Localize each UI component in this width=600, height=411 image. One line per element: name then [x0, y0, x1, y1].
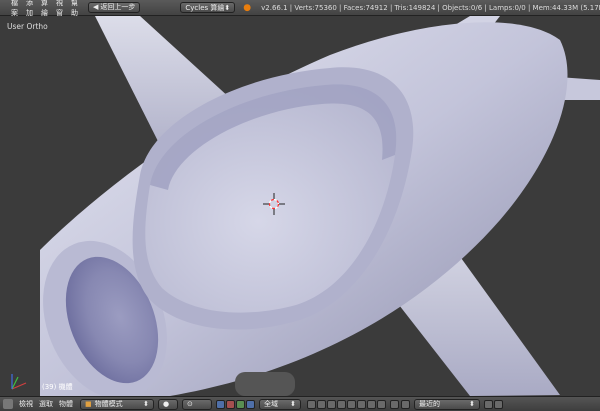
render-engine-label: Cycles 算繪: [185, 4, 225, 12]
airplane-model: [40, 16, 600, 396]
layer-button[interactable]: [327, 399, 336, 409]
menu-object[interactable]: 物體: [56, 399, 76, 409]
undo-arrow-icon: ◀: [93, 3, 99, 11]
object-mode-icon: ■: [85, 399, 92, 408]
landing-gear-shape: [235, 372, 295, 396]
active-object-label: (39) 機體: [42, 383, 73, 391]
layer-button[interactable]: [357, 399, 366, 409]
menu-select[interactable]: 選取: [36, 399, 56, 409]
3d-viewport[interactable]: User Ortho (39) 機體: [0, 16, 600, 396]
menu-view[interactable]: 檢視: [16, 399, 36, 409]
orientation-select[interactable]: 全域 ⬍: [259, 398, 301, 410]
shading-select[interactable]: ●: [158, 398, 178, 410]
layer-button[interactable]: [347, 399, 356, 409]
scale-manipulator[interactable]: [246, 399, 255, 409]
render-buttons: [484, 399, 503, 409]
layers-group: [307, 399, 386, 409]
rotate-manipulator[interactable]: [236, 399, 245, 409]
magnet-icon[interactable]: [401, 399, 410, 409]
chevron-updown-icon: ⬍: [224, 4, 231, 12]
3d-view-header: 檢視 選取 物體 ■ 物體模式 ⬍ ● ⊙ 全域 ⬍ 最近的 ⬍: [0, 396, 600, 411]
editor-type-icon[interactable]: [3, 399, 13, 409]
opengl-render-icon[interactable]: [484, 399, 493, 409]
menu-render[interactable]: 算繪: [37, 0, 52, 18]
axis-gizmo-icon: [11, 374, 27, 390]
layer-button[interactable]: [377, 399, 386, 409]
view-label: User Ortho: [7, 22, 48, 31]
layer-button[interactable]: [337, 399, 346, 409]
manipulator-group: [216, 399, 255, 409]
translate-manipulator[interactable]: [226, 399, 235, 409]
scene-stats: v2.66.1 | Verts:75360 | Faces:74912 | Tr…: [261, 3, 600, 12]
opengl-animation-icon[interactable]: [494, 399, 503, 409]
layer-button[interactable]: [317, 399, 326, 409]
pivot-point-icon: ⊙: [187, 399, 193, 408]
snap-label: 最近的: [419, 399, 440, 408]
manipulator-toggle[interactable]: [216, 399, 225, 409]
undo-label: 返回上一步: [100, 3, 136, 11]
pivot-select[interactable]: ⊙: [182, 398, 212, 410]
menu-help[interactable]: 幫助: [67, 0, 82, 18]
chevron-updown-icon: ⬍: [290, 399, 296, 408]
blender-logo-icon: ●: [243, 2, 252, 13]
menu-window[interactable]: 視窗: [52, 0, 67, 18]
render-engine-select[interactable]: Cycles 算繪 ⬍: [180, 2, 236, 13]
snap-target-select[interactable]: 最近的 ⬍: [414, 398, 480, 410]
info-header: 檔案 添加 算繪 視窗 幫助 ◀ 返回上一步 Cycles 算繪 ⬍ ● v2.…: [0, 0, 600, 18]
layer-button[interactable]: [367, 399, 376, 409]
mode-label: 物體模式: [94, 399, 123, 408]
chevron-updown-icon: ⬍: [143, 399, 149, 408]
solid-shading-icon: ●: [163, 399, 170, 408]
layer-button[interactable]: [307, 399, 316, 409]
undo-button[interactable]: ◀ 返回上一步: [88, 2, 141, 13]
orientation-label: 全域: [264, 399, 278, 408]
mode-select[interactable]: ■ 物體模式 ⬍: [80, 398, 154, 410]
menu-file[interactable]: 檔案: [7, 0, 22, 18]
lock-icon[interactable]: [390, 399, 399, 409]
chevron-updown-icon: ⬍: [469, 399, 475, 408]
menu-add[interactable]: 添加: [22, 0, 37, 18]
